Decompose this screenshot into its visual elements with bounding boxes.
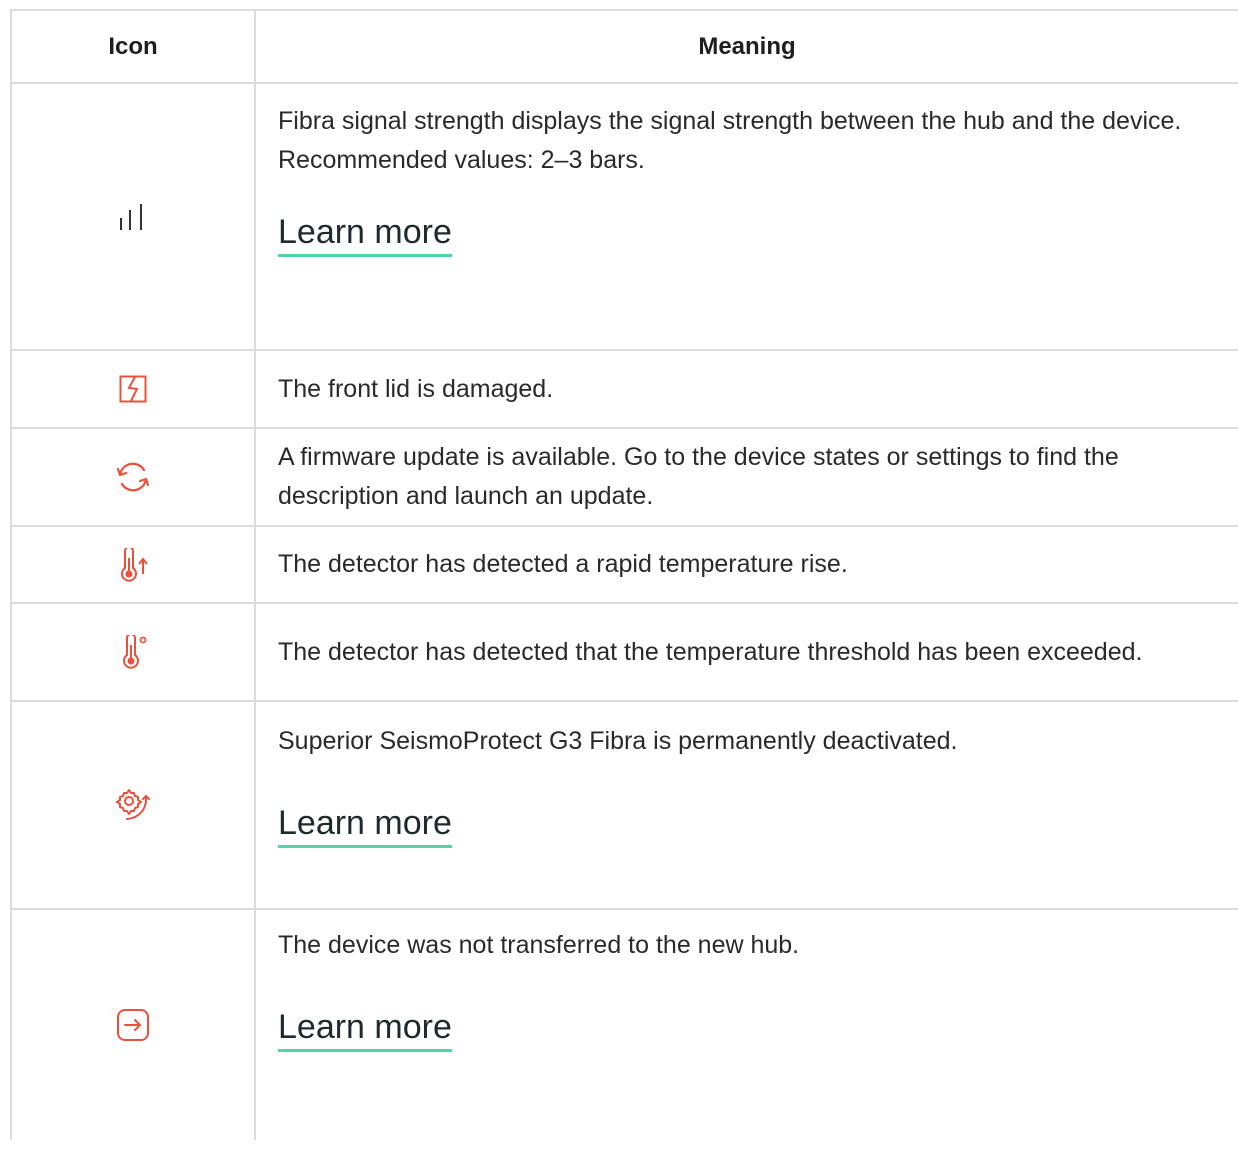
- device-not-transferred-icon: [116, 1008, 150, 1042]
- meaning-cell: The detector has detected a rapid temper…: [256, 527, 1238, 602]
- icon-cell: [12, 527, 256, 602]
- table-row: The detector has detected a rapid temper…: [12, 527, 1238, 604]
- icon-cell: [12, 604, 256, 700]
- meaning-text: A firmware update is available. Go to th…: [278, 443, 1119, 510]
- table-row: A firmware update is available. Go to th…: [12, 429, 1238, 527]
- header-icon-column: Icon: [12, 11, 256, 82]
- signal-strength-icon: [118, 203, 148, 231]
- temperature-rise-icon: [116, 547, 150, 582]
- meaning-text: The front lid is damaged.: [278, 374, 554, 403]
- temperature-threshold-icon: [118, 635, 148, 669]
- meaning-cell: Superior SeismoProtect G3 Fibra is perma…: [256, 702, 1238, 908]
- icon-cell: [12, 910, 256, 1140]
- icon-cell: [12, 84, 256, 349]
- meaning-text: The device was not transferred to the ne…: [278, 931, 800, 959]
- meaning-cell: The device was not transferred to the ne…: [256, 910, 1238, 1140]
- table-row: The detector has detected that the tempe…: [12, 604, 1238, 702]
- device-deactivated-icon: [113, 785, 153, 825]
- meaning-cell: A firmware update is available. Go to th…: [256, 429, 1238, 525]
- meaning-text: The detector has detected that the tempe…: [278, 637, 1143, 666]
- learn-more-link[interactable]: Learn more: [278, 803, 452, 848]
- learn-more-link[interactable]: Learn more: [278, 212, 452, 257]
- table-row: Superior SeismoProtect G3 Fibra is perma…: [12, 702, 1238, 910]
- learn-more-link[interactable]: Learn more: [278, 1007, 452, 1052]
- header-meaning-column: Meaning: [698, 33, 796, 60]
- firmware-update-icon: [115, 459, 151, 495]
- table-header-row: Icon Meaning: [12, 11, 1238, 84]
- table-row: The front lid is damaged.: [12, 351, 1238, 429]
- meaning-text: Fibra signal strength displays the signa…: [278, 107, 1182, 174]
- icon-cell: [12, 429, 256, 525]
- device-icons-table: Icon Meaning Fibra signal strength displ…: [10, 9, 1238, 1140]
- meaning-cell: The detector has detected that the tempe…: [256, 604, 1238, 700]
- meaning-cell: Fibra signal strength displays the signa…: [256, 84, 1238, 349]
- front-lid-damaged-icon: [119, 375, 147, 403]
- meaning-cell: The front lid is damaged.: [256, 351, 1238, 427]
- meaning-text: The detector has detected a rapid temper…: [278, 550, 848, 578]
- meaning-text: Superior SeismoProtect G3 Fibra is perma…: [278, 727, 958, 755]
- icon-cell: [12, 351, 256, 427]
- table-row: The device was not transferred to the ne…: [12, 910, 1238, 1140]
- table-row: Fibra signal strength displays the signa…: [12, 84, 1238, 351]
- icon-cell: [12, 702, 256, 908]
